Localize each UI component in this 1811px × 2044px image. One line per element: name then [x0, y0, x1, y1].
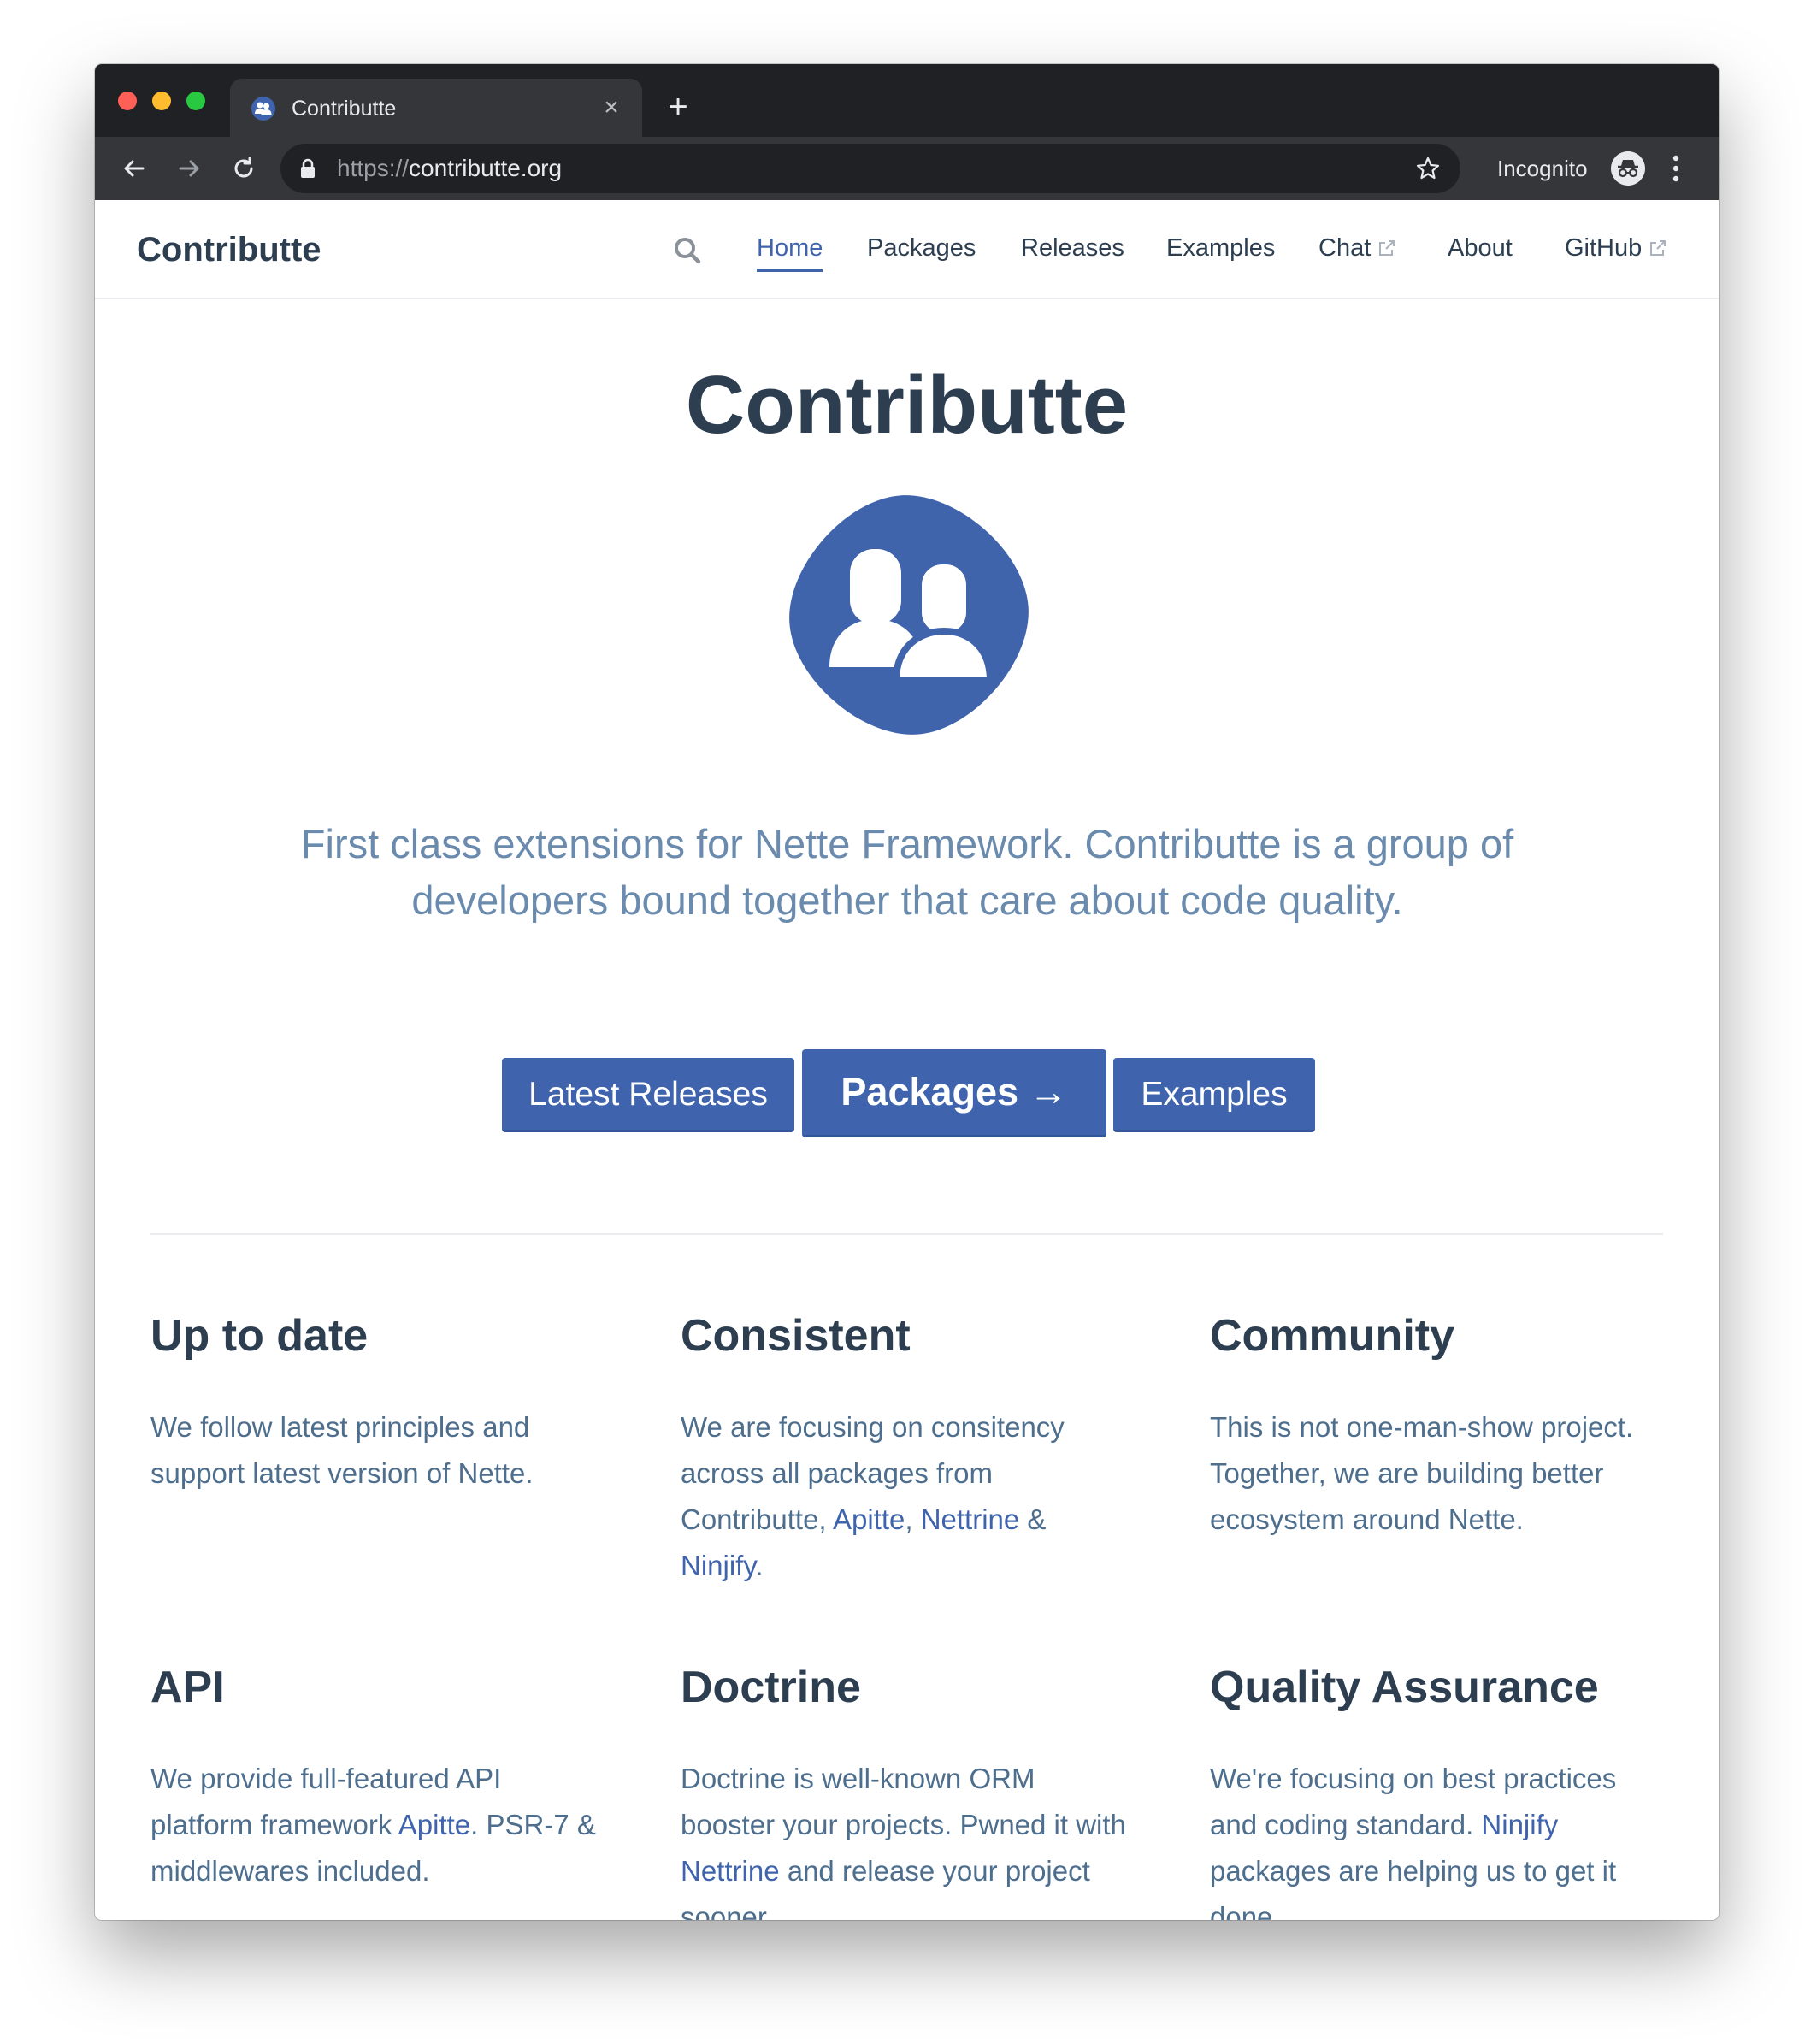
- incognito-label: Incognito: [1497, 156, 1588, 181]
- packages-button[interactable]: Packages →: [802, 1049, 1106, 1137]
- nav-chat-label: Chat: [1318, 234, 1372, 262]
- lock-icon: [301, 158, 315, 178]
- close-window-button[interactable]: [118, 92, 137, 110]
- external-link-icon: [1379, 240, 1395, 256]
- browser-window: Contributte × + https://contributte.org …: [95, 64, 1719, 1920]
- feature-text: We're focusing on best practices and cod…: [1210, 1763, 1617, 1920]
- hero-description: First class extensions for Nette Framewo…: [300, 821, 1514, 923]
- url-host: contributte.org: [409, 155, 563, 181]
- more-menu-icon[interactable]: [1671, 152, 1681, 185]
- bookmark-star-icon[interactable]: [1414, 155, 1442, 182]
- examples-button[interactable]: Examples: [1113, 1058, 1315, 1132]
- apitte-link[interactable]: Apitte: [398, 1809, 470, 1840]
- nav-packages-link[interactable]: Packages: [867, 233, 976, 263]
- nav-chat-link[interactable]: Chat: [1318, 233, 1396, 263]
- feature-doctrine: Doctrine Doctrine is well-known ORM boos…: [681, 1662, 1134, 1920]
- feature-title: Quality Assurance: [1210, 1663, 1599, 1712]
- tab-title: Contributte: [292, 97, 397, 121]
- feature-text: Doctrine is well-known ORM booster your …: [681, 1763, 1126, 1920]
- feature-title: Up to date: [150, 1311, 369, 1361]
- external-link-icon: [1650, 240, 1666, 256]
- section-divider: [150, 1233, 1663, 1235]
- forward-arrow-icon[interactable]: [172, 151, 206, 186]
- reload-icon[interactable]: [227, 151, 261, 186]
- nav-github-link[interactable]: GitHub: [1565, 233, 1667, 263]
- contributte-favicon-icon: [251, 97, 275, 121]
- url-text: https://contributte.org: [337, 156, 562, 181]
- feature-text: We provide full-featured API platform fr…: [150, 1763, 596, 1887]
- nav-examples-link[interactable]: Examples: [1166, 233, 1275, 263]
- browser-toolbar: https://contributte.org Incognito: [95, 137, 1719, 200]
- incognito-icon[interactable]: [1611, 151, 1645, 186]
- contributte-logo-icon: [789, 495, 1029, 735]
- back-arrow-icon[interactable]: [117, 151, 151, 186]
- latest-releases-button[interactable]: Latest Releases: [502, 1058, 794, 1132]
- nettrine-link[interactable]: Nettrine: [921, 1503, 1020, 1535]
- site-navbar: Contributte Home Packages Releases Examp…: [95, 200, 1719, 299]
- nav-about-link[interactable]: About: [1448, 233, 1513, 263]
- search-icon[interactable]: [673, 236, 702, 265]
- feature-text: This is not one-man-show project. Togeth…: [1210, 1411, 1634, 1535]
- tab-strip: Contributte × +: [95, 64, 1719, 137]
- hero-title: Contributte: [685, 359, 1129, 451]
- new-tab-icon[interactable]: +: [659, 90, 697, 127]
- page-content: Contributte Home Packages Releases Examp…: [95, 200, 1719, 1920]
- feature-title: Community: [1210, 1311, 1454, 1361]
- url-scheme: https://: [337, 155, 410, 181]
- tab-close-icon[interactable]: ×: [598, 94, 625, 121]
- nav-github-label: GitHub: [1565, 234, 1643, 262]
- feature-quality-assurance: Quality Assurance We're focusing on best…: [1210, 1662, 1663, 1920]
- site-brand-link[interactable]: Contributte: [137, 231, 321, 269]
- nettrine-link[interactable]: Nettrine: [681, 1855, 780, 1887]
- feature-title: API: [150, 1663, 225, 1712]
- apitte-link[interactable]: Apitte: [833, 1503, 905, 1535]
- address-bar[interactable]: https://contributte.org: [280, 144, 1460, 193]
- minimize-window-button[interactable]: [152, 92, 171, 110]
- feature-title: Consistent: [681, 1311, 911, 1361]
- feature-text: We follow latest principles and support …: [150, 1411, 534, 1489]
- feature-up-to-date: Up to date We follow latest principles a…: [150, 1310, 604, 1497]
- ninjify-link[interactable]: Ninjify: [1481, 1809, 1558, 1840]
- nav-releases-link[interactable]: Releases: [1021, 233, 1124, 263]
- nav-home-link[interactable]: Home: [757, 233, 823, 272]
- maximize-window-button[interactable]: [186, 92, 205, 110]
- feature-title: Doctrine: [681, 1663, 861, 1712]
- browser-tab[interactable]: Contributte ×: [230, 79, 642, 137]
- feature-text: We are focusing on consitency across all…: [681, 1411, 1065, 1581]
- feature-api: API We provide full-featured API platfor…: [150, 1662, 604, 1894]
- feature-consistent: Consistent We are focusing on consitency…: [681, 1310, 1134, 1589]
- ninjify-link[interactable]: Ninjify: [681, 1550, 755, 1581]
- feature-community: Community This is not one-man-show proje…: [1210, 1310, 1663, 1543]
